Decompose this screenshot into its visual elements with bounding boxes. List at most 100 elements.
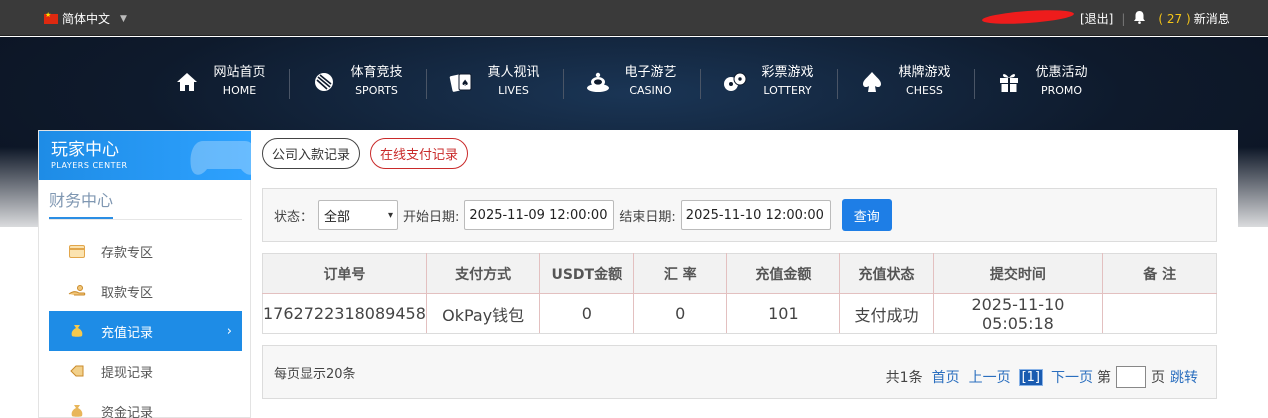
next-page-link[interactable]: 下一页 <box>1051 367 1093 387</box>
col-submit-time: 提交时间 <box>933 253 1104 294</box>
home-icon <box>175 70 199 94</box>
funds-record-icon <box>67 404 87 418</box>
cards-icon: ♠ <box>449 70 473 94</box>
tab-online-payment-records[interactable]: 在线支付记录 <box>370 138 469 169</box>
cell-submit-time: 2025-11-10 05:05:18 <box>933 293 1104 334</box>
cell-usdt-amount: 0 <box>539 293 635 334</box>
nav-item-promo[interactable]: 优惠活动 PROMO <box>974 65 1111 99</box>
sidebar-item-label: 存款专区 <box>101 245 154 261</box>
page-number-input[interactable] <box>1116 366 1146 388</box>
withdraw-hand-icon <box>67 284 87 298</box>
payment-records-table: 订单号 支付方式 USDT金额 汇 率 充值金额 充值状态 提交时间 备 注 1… <box>262 253 1217 334</box>
prev-page-link[interactable]: 上一页 <box>969 367 1011 387</box>
nav-label-en: LOTTERY <box>763 84 812 97</box>
nav-label-cn: 网站首页 <box>213 65 266 80</box>
bell-icon[interactable] <box>1133 10 1146 27</box>
nav-label-cn: 体育竞技 <box>350 65 403 80</box>
end-date-input[interactable] <box>680 200 831 230</box>
gamepad-icon <box>190 141 252 175</box>
nav-item-chess[interactable]: 棋牌游戏 CHESS <box>837 65 974 99</box>
cell-recharge-amount: 101 <box>726 293 841 334</box>
nav-label-en: SPORTS <box>355 84 398 97</box>
status-select-value: 全部 <box>324 209 351 225</box>
nav-label-en: PROMO <box>1040 84 1083 97</box>
cell-exchange-rate: 0 <box>633 293 728 334</box>
first-page-link[interactable]: 首页 <box>932 367 960 387</box>
lottery-balls-icon <box>723 70 747 94</box>
sidebar-item-deposit[interactable]: 存款专区 <box>49 231 242 271</box>
top-bar: 简体中文 ▼ [退出] | ( 27 ) 新消息 <box>0 0 1268 36</box>
china-flag-icon <box>44 11 58 24</box>
table-header-row: 订单号 支付方式 USDT金额 汇 率 充值金额 充值状态 提交时间 备 注 <box>262 253 1217 294</box>
goto-suffix: 页 <box>1151 370 1165 386</box>
current-page: [1] <box>1018 368 1044 386</box>
sidebar-item-label: 提现记录 <box>101 365 154 381</box>
section-title: 财务中心 <box>49 190 114 219</box>
logout-link[interactable]: [退出] <box>1080 10 1113 27</box>
gift-icon <box>997 70 1021 94</box>
jump-button[interactable]: 跳转 <box>1170 367 1198 387</box>
message-count[interactable]: ( 27 ) <box>1158 12 1190 26</box>
sidebar-subtitle: PLAYERS CENTER <box>51 161 128 170</box>
nav-label-en: CASINO <box>629 84 672 97</box>
end-date-label: 结束日期: <box>619 209 676 225</box>
nav-item-sports[interactable]: 体育竞技 SPORTS <box>289 65 426 99</box>
sidebar-item-recharge-records[interactable]: 充值记录 › <box>49 311 242 351</box>
money-bag-icon <box>67 324 87 338</box>
nav-label-en: CHESS <box>906 84 943 97</box>
col-exchange-rate: 汇 率 <box>633 253 728 294</box>
soccer-ball-icon <box>312 70 336 94</box>
messages-link[interactable]: 新消息 <box>1194 10 1230 27</box>
slot-machine-icon <box>586 70 610 94</box>
tab-company-deposit-records[interactable]: 公司入款记录 <box>262 138 361 169</box>
nav-item-lottery[interactable]: 彩票游戏 LOTTERY <box>700 65 837 99</box>
status-label: 状态： <box>274 209 314 225</box>
nav-label-en: HOME <box>222 84 257 97</box>
col-payment-method: 支付方式 <box>426 253 541 294</box>
goto-prefix: 第 <box>1097 370 1111 386</box>
cell-payment-method: OkPay钱包 <box>426 293 541 334</box>
nav-label-cn: 棋牌游戏 <box>898 65 951 80</box>
nav-label-cn: 电子游艺 <box>624 65 677 80</box>
language-label: 简体中文 <box>62 12 111 26</box>
sidebar-item-label: 资金记录 <box>101 405 154 418</box>
nav-item-lives[interactable]: ♠ 真人视讯 LIVES <box>426 65 563 99</box>
spade-icon <box>860 70 884 94</box>
sidebar-item-funds-records[interactable]: 资金记录 <box>49 391 242 418</box>
cell-order-number: 1762722318089458 <box>262 293 427 334</box>
col-remarks: 备 注 <box>1102 253 1217 294</box>
chevron-down-icon: ▾ <box>387 209 394 221</box>
cell-remarks <box>1102 293 1217 334</box>
records-panel: 公司入款记录 在线支付记录 状态： 全部 ▾ 开始日期: 结束日期: 查询 订单… <box>251 130 1238 418</box>
withdraw-record-icon <box>67 364 87 378</box>
main-nav: 网站首页 HOME 体育竞技 SPORTS ♠ 真人视讯 LIVES 电子游艺 CASI… <box>152 65 1111 99</box>
table-row: 1762722318089458 OkPay钱包 0 0 101 支付成功 20… <box>262 293 1217 334</box>
col-recharge-amount: 充值金额 <box>726 253 841 294</box>
per-page-label: 每页显示20条 <box>274 367 356 382</box>
nav-label-cn: 真人视讯 <box>487 65 540 80</box>
nav-item-casino[interactable]: 电子游艺 CASINO <box>563 65 700 99</box>
query-button[interactable]: 查询 <box>841 199 892 231</box>
total-count: 共1条 <box>885 370 923 386</box>
col-recharge-status: 充值状态 <box>839 253 934 294</box>
pagination-controls: 共1条 首页 上一页 [1] 下一页 第 页 跳转 <box>886 366 1198 388</box>
sidebar-item-withdraw-records[interactable]: 提现记录 <box>49 351 242 391</box>
pagination-bar: 每页显示20条 共1条 首页 上一页 [1] 下一页 第 页 跳转 <box>262 345 1217 399</box>
sidebar-item-withdraw[interactable]: 取款专区 <box>49 271 242 311</box>
col-usdt-amount: USDT金额 <box>539 253 635 294</box>
filter-bar: 状态： 全部 ▾ 开始日期: 结束日期: 查询 <box>262 188 1217 242</box>
cell-recharge-status: 支付成功 <box>839 293 934 334</box>
sidebar-header: 玩家中心 PLAYERS CENTER <box>39 131 252 180</box>
divider: | <box>1121 11 1126 26</box>
start-date-input[interactable] <box>464 200 615 230</box>
nav-item-home[interactable]: 网站首页 HOME <box>152 65 289 99</box>
sidebar-title: 玩家中心 <box>51 140 119 160</box>
status-select[interactable]: 全部 ▾ <box>318 200 399 230</box>
finance-section: 财务中心 <box>49 190 242 220</box>
redacted-username <box>981 7 1075 27</box>
col-order-number: 订单号 <box>262 253 427 294</box>
start-date-label: 开始日期: <box>403 209 460 225</box>
nav-label-en: LIVES <box>498 84 529 97</box>
language-selector[interactable]: 简体中文 ▼ <box>44 10 127 27</box>
nav-label-cn: 彩票游戏 <box>761 65 814 80</box>
